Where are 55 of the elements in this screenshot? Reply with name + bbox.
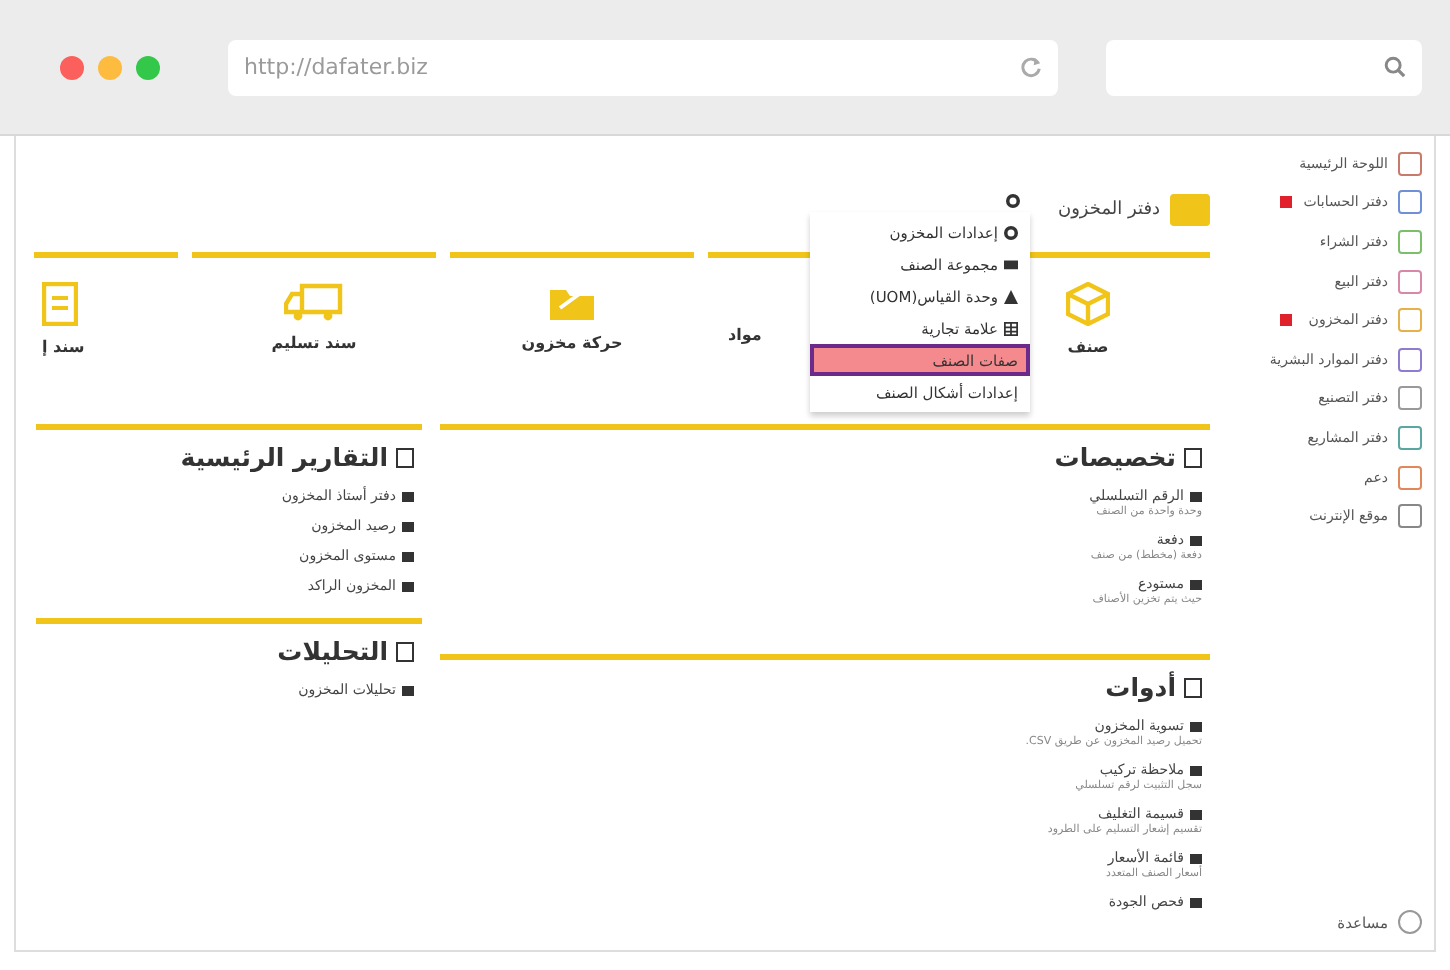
card-label: سند تسليم <box>271 334 357 352</box>
item-icon <box>1190 535 1202 545</box>
card-label: صنف <box>1067 338 1109 356</box>
item-icon <box>1190 579 1202 589</box>
item-icon <box>402 491 414 501</box>
close-button[interactable] <box>60 55 84 79</box>
card-label: سند إ <box>42 338 85 356</box>
module-icon <box>1398 504 1422 529</box>
module-icon <box>1398 425 1422 450</box>
settings-icon[interactable] <box>1006 194 1020 208</box>
item-icon <box>1190 809 1202 819</box>
search-field[interactable] <box>1106 39 1422 95</box>
minimize-button[interactable] <box>98 55 122 79</box>
box-icon <box>1066 282 1110 326</box>
item-icon <box>402 551 414 561</box>
shortcut-card[interactable]: سند تسليم <box>192 252 436 392</box>
section-title: التقارير الرئيسية <box>180 442 388 472</box>
item-icon <box>1190 721 1202 731</box>
item-icon <box>402 521 414 531</box>
shortcut-card[interactable]: حركة مخزون <box>450 252 694 392</box>
item-icon <box>1190 765 1202 775</box>
item-icon <box>402 685 414 695</box>
item-icon <box>1190 491 1202 501</box>
grid-icon <box>1004 321 1018 335</box>
help-icon <box>1398 910 1422 934</box>
module-icon <box>1398 190 1422 215</box>
module-icon <box>1398 386 1422 411</box>
module-icon <box>1398 229 1422 254</box>
document-icon <box>42 282 78 326</box>
tray-icon <box>1004 258 1018 270</box>
section-icon <box>396 447 414 467</box>
card-label: حركة مخزون <box>521 334 623 352</box>
search-icon <box>1384 56 1406 78</box>
section-icon <box>1184 677 1202 697</box>
card-label: مواد <box>728 326 762 344</box>
module-icon <box>1398 151 1422 176</box>
section-title: التحليلات <box>277 636 388 666</box>
module-icon <box>1398 465 1422 490</box>
item-icon <box>402 581 414 591</box>
shortcut-card[interactable]: سند إ <box>34 252 178 392</box>
section-title: أدوات <box>1105 672 1176 702</box>
truck-icon <box>284 282 344 322</box>
module-icon <box>1398 347 1422 372</box>
maximize-button[interactable] <box>136 55 160 79</box>
module-icon <box>1398 269 1422 294</box>
triangle-icon <box>1004 289 1018 303</box>
item-icon <box>1190 853 1202 863</box>
reload-icon[interactable] <box>1020 56 1042 78</box>
section-icon <box>396 641 414 661</box>
page-title: دفتر المخزون <box>1057 200 1160 220</box>
settings-icon <box>1004 225 1018 239</box>
module-icon <box>1398 308 1422 333</box>
section-title: تخصيصات <box>1054 442 1176 472</box>
item-icon <box>1190 897 1202 907</box>
section-icon <box>1184 447 1202 467</box>
